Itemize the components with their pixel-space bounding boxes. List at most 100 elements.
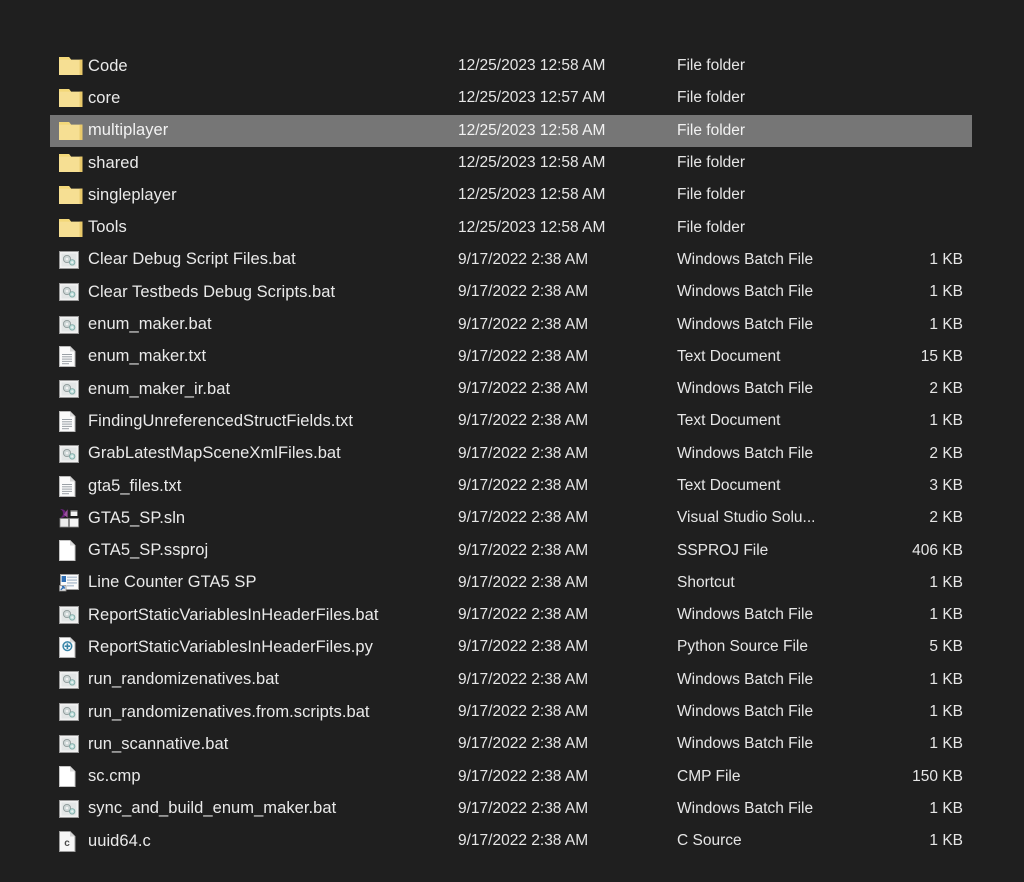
text-document-icon [58,344,88,370]
file-row[interactable]: shared 12/25/2023 12:58 AM File folder [50,147,972,179]
file-date-modified: 9/17/2022 2:38 AM [458,509,589,527]
file-date-modified: 12/25/2023 12:58 AM [458,154,606,172]
file-type: File folder [677,154,746,172]
text-document-icon [58,473,88,499]
file-date-modified: 9/17/2022 2:38 AM [458,606,589,624]
file-name: enum_maker.txt [88,347,207,366]
file-row[interactable]: run_randomizenatives.from.scripts.bat 9/1… [50,696,972,728]
file-row[interactable]: enum_maker.txt 9/17/2022 2:38 AM Text Docu… [50,341,972,373]
file-name: run_scannative.bat [88,734,229,753]
file-date-modified: 12/25/2023 12:58 AM [458,218,606,236]
file-name: run_randomizenatives.bat [88,670,280,689]
file-type: Shortcut [677,573,735,591]
file-row[interactable]: FindingUnreferencedStructFields.txt 9/17/… [50,405,972,437]
file-row[interactable]: Code 12/25/2023 12:58 AM File folder [50,50,972,82]
file-row[interactable]: sc.cmp 9/17/2022 2:38 AM CMP File 150 KB [50,761,972,793]
file-date-modified: 12/25/2023 12:58 AM [458,121,606,139]
file-row[interactable]: ReportStaticVariablesInHeaderFiles.py 9/1… [50,631,972,663]
batch-file-icon [58,247,88,273]
file-name: gta5_files.txt [88,476,182,495]
file-row[interactable]: GrabLatestMapSceneXmlFiles.bat 9/17/2022 … [50,438,972,470]
batch-file-icon [58,312,88,338]
file-row[interactable]: enum_maker_ir.bat 9/17/2022 2:38 AM Window… [50,373,972,405]
file-type: File folder [677,121,746,139]
file-row[interactable]: Clear Debug Script Files.bat 9/17/2022 2:… [50,244,972,276]
file-date-modified: 12/25/2023 12:57 AM [458,89,606,107]
folder-icon [58,53,88,79]
file-date-modified: 9/17/2022 2:38 AM [458,573,589,591]
file-date-modified: 9/17/2022 2:38 AM [458,767,589,785]
batch-file-icon [58,279,88,305]
python-file-icon [58,634,88,660]
file-type: File folder [677,186,746,204]
file-row[interactable]: GTA5_SP.sln 9/17/2022 2:38 AM Visual Studi… [50,502,972,534]
file-row[interactable]: run_randomizenatives.bat 9/17/2022 2:38 A… [50,664,972,696]
file-size: 406 KB [912,541,963,559]
file-date-modified: 9/17/2022 2:38 AM [458,477,589,494]
file-type: Text Document [677,412,781,430]
file-size: 2 KB [929,509,963,527]
file-size: 1 KB [929,735,963,753]
batch-file-icon [58,441,88,467]
file-type: File folder [677,218,746,236]
file-type: Windows Batch File [677,606,814,624]
blank-document-icon [58,538,88,564]
file-list[interactable]: Code 12/25/2023 12:58 AM File folder core 12… [0,0,1024,882]
file-row[interactable]: singleplayer 12/25/2023 12:58 AM File fold… [50,179,972,211]
file-date-modified: 9/17/2022 2:38 AM [458,799,589,817]
file-row[interactable]: ReportStaticVariablesInHeaderFiles.bat 9/… [50,599,972,631]
file-date-modified: 9/17/2022 2:38 AM [458,703,589,721]
file-date-modified: 9/17/2022 2:38 AM [458,347,589,365]
file-name: Code [88,56,128,75]
file-date-modified: 12/25/2023 12:58 AM [458,57,606,75]
file-row[interactable]: enum_maker.bat 9/17/2022 2:38 AM Windows B… [50,308,972,340]
file-row[interactable]: Clear Testbeds Debug Scripts.bat 9/17/202… [50,276,972,308]
file-row[interactable]: Tools 12/25/2023 12:58 AM File folder [50,211,972,243]
c-source-icon: c [58,828,88,854]
file-size: 15 KB [920,347,963,365]
file-name: singleplayer [88,185,177,204]
file-size: 2 KB [929,380,963,398]
text-document-icon [58,408,88,434]
file-type: Windows Batch File [677,703,814,721]
file-size: 1 KB [929,606,963,624]
visual-studio-solution-icon [58,505,88,531]
file-row[interactable]: run_scannative.bat 9/17/2022 2:38 AM Windo… [50,728,972,760]
svg-text:c: c [64,838,70,849]
file-name: shared [88,153,139,172]
file-row[interactable]: gta5_files.txt 9/17/2022 2:38 AM Text Docu… [50,470,972,502]
file-name: multiplayer [88,121,169,140]
file-name: ReportStaticVariablesInHeaderFiles.bat [88,605,379,624]
file-name: Clear Testbeds Debug Scripts.bat [88,282,336,301]
file-size: 1 KB [929,573,963,591]
file-size: 1 KB [929,315,963,333]
file-row[interactable]: multiplayer 12/25/2023 12:58 AM File folde… [50,114,972,147]
file-date-modified: 9/17/2022 2:38 AM [458,412,589,430]
file-name: enum_maker_ir.bat [88,379,231,398]
file-size: 1 KB [929,412,963,430]
file-size: 1 KB [929,283,963,301]
file-type: Windows Batch File [677,444,814,462]
file-row[interactable]: GTA5_SP.ssproj 9/17/2022 2:38 AM SSPROJ Fi… [50,534,972,566]
folder-icon [58,215,88,241]
file-date-modified: 9/17/2022 2:38 AM [458,638,589,656]
file-row[interactable]: Line Counter GTA5 SP 9/17/2022 2:38 AM Sho… [50,567,972,599]
file-type: Windows Batch File [677,380,814,398]
file-row[interactable]: core 12/25/2023 12:57 AM File folder [50,82,972,114]
file-date-modified: 9/17/2022 2:38 AM [458,315,589,333]
file-type: Python Source File [677,638,808,656]
file-type: Windows Batch File [677,735,814,753]
file-date-modified: 9/17/2022 2:38 AM [458,832,589,850]
file-name: sync_and_build_enum_maker.bat [88,799,337,818]
file-size: 1 KB [929,832,963,850]
file-name: Clear Debug Script Files.bat [88,250,296,269]
file-date-modified: 12/25/2023 12:58 AM [458,186,606,204]
file-row[interactable]: c uuid64.c 9/17/2022 2:38 AM C Source 1 KB [50,825,972,857]
file-type: Text Document [677,347,781,365]
file-row[interactable]: sync_and_build_enum_maker.bat 9/17/2022 2… [50,793,972,825]
file-date-modified: 9/17/2022 2:38 AM [458,670,589,688]
file-name: core [88,88,121,107]
file-name: FindingUnreferencedStructFields.txt [88,411,353,430]
file-name: run_randomizenatives.from.scripts.bat [88,702,370,721]
file-date-modified: 9/17/2022 2:38 AM [458,250,589,268]
